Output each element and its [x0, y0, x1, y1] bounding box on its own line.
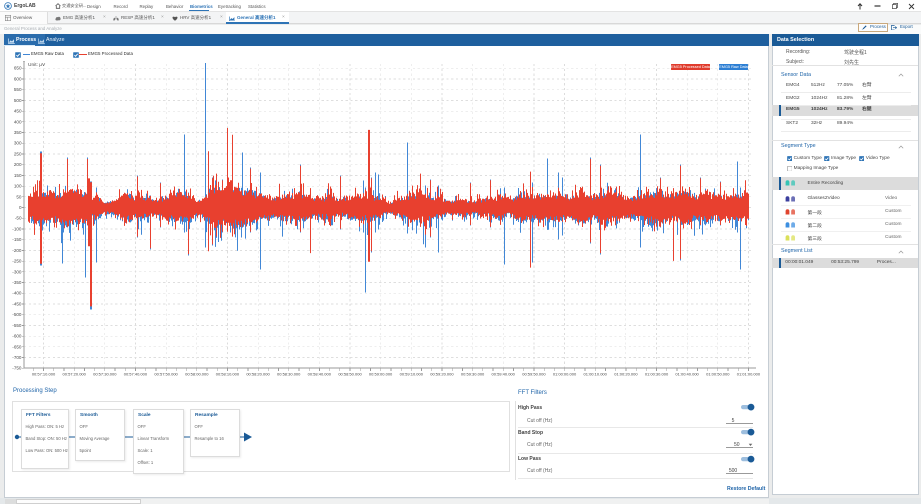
svg-text:-650: -650: [12, 344, 22, 349]
svg-text:-400: -400: [12, 291, 22, 296]
svg-text:-100: -100: [12, 226, 22, 231]
svg-text:-500: -500: [12, 312, 22, 317]
svg-text:100: 100: [14, 184, 22, 189]
svg-text:00:57:20.000: 00:57:20.000: [63, 372, 87, 377]
svg-text:00:58:00.000: 00:58:00.000: [185, 372, 209, 377]
svg-text:-550: -550: [12, 323, 22, 328]
svg-text:00:58:30.000: 00:58:30.000: [277, 372, 301, 377]
svg-text:00:57:50.000: 00:57:50.000: [154, 372, 178, 377]
svg-text:550: 550: [14, 87, 22, 92]
svg-text:00:57:10.000: 00:57:10.000: [32, 372, 56, 377]
svg-text:00:59:40.000: 00:59:40.000: [492, 372, 516, 377]
svg-text:01:00:00.000: 01:00:00.000: [553, 372, 577, 377]
svg-text:00:57:30.000: 00:57:30.000: [93, 372, 117, 377]
svg-text:500: 500: [14, 98, 22, 103]
svg-text:-50: -50: [15, 216, 22, 221]
svg-text:01:00:30.000: 01:00:30.000: [645, 372, 669, 377]
svg-text:00:58:50.000: 00:58:50.000: [338, 372, 362, 377]
svg-text:01:00:20.000: 01:00:20.000: [614, 372, 638, 377]
svg-text:00:59:00.000: 00:59:00.000: [369, 372, 393, 377]
svg-text:01:00:40.000: 01:00:40.000: [675, 372, 699, 377]
svg-text:-450: -450: [12, 301, 22, 306]
svg-text:400: 400: [14, 119, 22, 124]
svg-text:-750: -750: [12, 366, 22, 371]
svg-text:-150: -150: [12, 237, 22, 242]
svg-text:00:59:10.000: 00:59:10.000: [400, 372, 424, 377]
svg-text:650: 650: [14, 66, 22, 71]
svg-text:00:58:20.000: 00:58:20.000: [246, 372, 270, 377]
svg-text:00:59:50.000: 00:59:50.000: [522, 372, 546, 377]
svg-text:600: 600: [14, 76, 22, 81]
svg-text:00:58:40.000: 00:58:40.000: [308, 372, 332, 377]
svg-text:01:00:10.000: 01:00:10.000: [584, 372, 608, 377]
svg-text:01:01:00.000: 01:01:00.000: [737, 372, 761, 377]
svg-text:450: 450: [14, 109, 22, 114]
svg-text:-250: -250: [12, 259, 22, 264]
svg-text:-200: -200: [12, 248, 22, 253]
svg-text:01:00:50.000: 01:00:50.000: [706, 372, 730, 377]
svg-text:00:59:30.000: 00:59:30.000: [461, 372, 485, 377]
svg-text:-600: -600: [12, 334, 22, 339]
svg-text:300: 300: [14, 141, 22, 146]
svg-text:350: 350: [14, 130, 22, 135]
svg-text:Unit: μV: Unit: μV: [28, 62, 46, 68]
svg-text:00:57:40.000: 00:57:40.000: [124, 372, 148, 377]
svg-text:50: 50: [16, 194, 22, 199]
svg-text:150: 150: [14, 173, 22, 178]
svg-text:00:59:20.000: 00:59:20.000: [430, 372, 454, 377]
svg-text:200: 200: [14, 162, 22, 167]
svg-text:-700: -700: [12, 355, 22, 360]
svg-text:-350: -350: [12, 280, 22, 285]
svg-text:250: 250: [14, 151, 22, 156]
svg-text:0: 0: [19, 205, 22, 210]
svg-text:-300: -300: [12, 269, 22, 274]
svg-text:00:58:10.000: 00:58:10.000: [216, 372, 240, 377]
